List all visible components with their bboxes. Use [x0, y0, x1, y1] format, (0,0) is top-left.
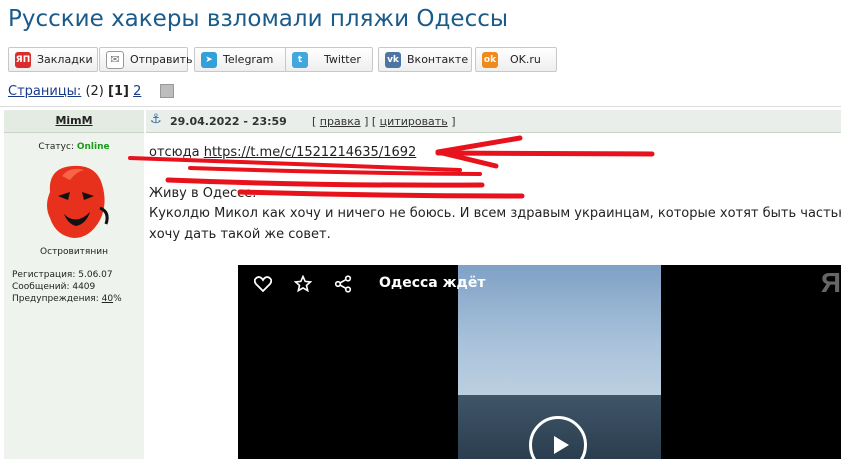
- share-twitter-button[interactable]: t Twitter: [285, 47, 373, 72]
- heart-icon[interactable]: [253, 274, 273, 294]
- post-text-prefix: отсюда: [149, 145, 204, 160]
- share-bookmarks-button[interactable]: ЯП Закладки: [8, 47, 98, 72]
- share-telegram-button[interactable]: ➤ Telegram: [194, 47, 287, 72]
- page-title: Русские хакеры взломали пляжи Одессы: [8, 6, 509, 32]
- avatar: [47, 165, 109, 238]
- status-online: Online: [76, 142, 110, 152]
- collapse-icon[interactable]: [159, 83, 174, 98]
- share-icon[interactable]: [333, 274, 353, 294]
- author-name[interactable]: MimM: [4, 114, 144, 127]
- odnoklassniki-icon: ok: [482, 51, 498, 68]
- current-page: [1]: [108, 84, 129, 99]
- star-icon[interactable]: [293, 274, 313, 294]
- share-button-label: Вконтакте: [407, 53, 469, 66]
- share-button-label: Отправить: [130, 53, 193, 66]
- anchor-icon[interactable]: ⚓: [150, 112, 162, 127]
- yandex-bookmarks-icon: ЯП: [15, 51, 31, 68]
- page-2-link[interactable]: 2: [133, 84, 141, 99]
- vk-icon: vk: [385, 51, 401, 68]
- post-line-3: Куколдю Микол как хочу и ничего не боюсь…: [149, 206, 841, 221]
- share-button-label: Telegram: [223, 53, 274, 66]
- post-header: ⚓ 29.04.2022 - 23:59 [ правка ] [ цитиро…: [146, 110, 841, 133]
- envelope-icon: ✉: [106, 50, 124, 69]
- author-stats: Регистрация: 5.06.07 Сообщений: 4409 Пре…: [12, 269, 122, 305]
- warnings-value[interactable]: 40: [102, 294, 113, 304]
- messages-value: 4409: [72, 282, 96, 292]
- share-button-label: OK.ru: [510, 53, 541, 66]
- pages-total: (2): [85, 84, 104, 99]
- divider: [0, 106, 841, 107]
- video-frame-sky: [458, 265, 661, 395]
- warnings-label: Предупреждения:: [12, 294, 99, 304]
- pagination: Страницы: (2) [1] 2: [8, 83, 174, 99]
- warnings-suffix: %: [113, 294, 122, 304]
- pages-link[interactable]: Страницы:: [8, 84, 81, 99]
- share-button-label: Twitter: [324, 53, 361, 66]
- reg-value: 5.06.07: [78, 270, 113, 280]
- share-button-label: Закладки: [37, 53, 93, 66]
- share-ok-button[interactable]: ok OK.ru: [475, 47, 557, 72]
- share-vk-button[interactable]: vk Вконтакте: [378, 47, 472, 72]
- quote-link[interactable]: цитировать: [380, 115, 448, 128]
- edit-link[interactable]: правка: [320, 115, 361, 128]
- video-title: Одесса ждёт: [379, 275, 486, 291]
- post-date: 29.04.2022 - 23:59: [170, 115, 287, 128]
- telegram-icon: ➤: [201, 51, 217, 68]
- post-line-2: Живу в Одессе.: [149, 186, 257, 201]
- share-email-button[interactable]: ✉ Отправить: [99, 47, 193, 72]
- twitter-icon: t: [292, 51, 308, 68]
- reg-label: Регистрация:: [12, 270, 76, 280]
- yandex-logo: Я: [820, 267, 841, 298]
- post-actions: [ правка ] [ цитировать ]: [312, 115, 456, 128]
- status-label: Статус:: [38, 142, 74, 152]
- post-line-1: отсюда https://t.me/c/1521214635/1692: [149, 143, 416, 163]
- author-rank: Островитянин: [40, 247, 108, 257]
- author-header: MimM: [4, 110, 144, 133]
- messages-label: Сообщений:: [12, 282, 70, 292]
- video-player[interactable]: Одесса ждёт Я: [238, 265, 841, 459]
- telegram-link[interactable]: https://t.me/c/1521214635/1692: [204, 145, 417, 160]
- post-line-4: хочу дать такой же совет.: [149, 227, 331, 242]
- author-status: Статус: Online: [4, 142, 144, 152]
